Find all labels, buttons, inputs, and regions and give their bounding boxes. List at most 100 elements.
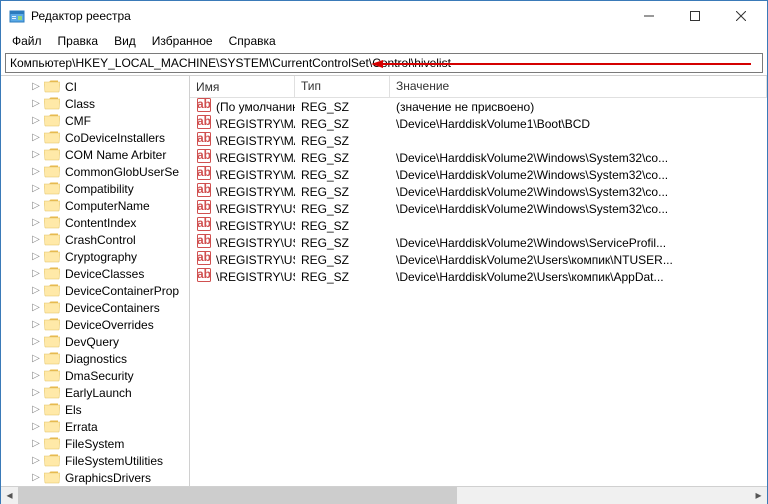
maximize-button[interactable]: [675, 1, 721, 31]
expand-icon[interactable]: ▷: [29, 114, 43, 128]
tree-node[interactable]: ▷ COM Name Arbiter: [5, 146, 189, 163]
value-row[interactable]: ab\REGISTRY\MA...REG_SZ: [190, 132, 767, 149]
value-name: \REGISTRY\USE...: [216, 253, 295, 267]
col-name[interactable]: Имя: [190, 76, 295, 97]
tree-node[interactable]: ▷CMF: [5, 112, 189, 129]
expand-icon[interactable]: ▷: [29, 403, 43, 417]
tree-node[interactable]: ▷DeviceContainers: [5, 299, 189, 316]
value-type: REG_SZ: [295, 253, 390, 267]
close-button[interactable]: [721, 1, 767, 31]
svg-text:ab: ab: [197, 199, 211, 213]
value-data: \Device\HarddiskVolume2\Windows\System32…: [390, 202, 767, 216]
tree-node[interactable]: ▷CI: [5, 78, 189, 95]
menu-help[interactable]: Справка: [222, 32, 283, 50]
expand-icon[interactable]: ▷: [29, 454, 43, 468]
expand-icon[interactable]: ▷: [29, 250, 43, 264]
values-pane[interactable]: Имя Тип Значение ab(По умолчанию)REG_SZ(…: [190, 76, 767, 486]
address-input[interactable]: [5, 53, 763, 73]
menu-edit[interactable]: Правка: [51, 32, 106, 50]
expand-icon[interactable]: ▷: [29, 233, 43, 247]
expand-icon[interactable]: ▷: [29, 420, 43, 434]
tree-node[interactable]: ▷Errata: [5, 418, 189, 435]
value-row[interactable]: ab\REGISTRY\USE...REG_SZ\Device\Harddisk…: [190, 200, 767, 217]
value-row[interactable]: ab\REGISTRY\USE...REG_SZ\Device\Harddisk…: [190, 268, 767, 285]
scroll-left-button[interactable]: ◂: [1, 487, 18, 504]
folder-icon: [44, 352, 60, 366]
tree-node[interactable]: ▷CrashControl: [5, 231, 189, 248]
expand-icon[interactable]: ▷: [29, 386, 43, 400]
svg-text:ab: ab: [197, 182, 211, 196]
value-row[interactable]: ab\REGISTRY\USE...REG_SZ\Device\Harddisk…: [190, 234, 767, 251]
tree-node[interactable]: ▷ ContentIndex: [5, 214, 189, 231]
tree-node[interactable]: ▷ ComputerName: [5, 197, 189, 214]
tree-label: EarlyLaunch: [63, 386, 134, 400]
expand-icon[interactable]: ▷: [29, 318, 43, 332]
expand-icon[interactable]: ▷: [29, 335, 43, 349]
tree-label: CoDeviceInstallers: [63, 131, 167, 145]
tree-node[interactable]: ▷FileSystem: [5, 435, 189, 452]
value-row[interactable]: ab\REGISTRY\MA...REG_SZ\Device\HarddiskV…: [190, 115, 767, 132]
folder-icon: [44, 131, 60, 145]
folder-icon: [44, 420, 60, 434]
value-row[interactable]: ab\REGISTRY\USE...REG_SZ\Device\Harddisk…: [190, 251, 767, 268]
value-row[interactable]: ab\REGISTRY\MA...REG_SZ\Device\HarddiskV…: [190, 149, 767, 166]
menu-favorites[interactable]: Избранное: [145, 32, 220, 50]
expand-icon[interactable]: ▷: [29, 182, 43, 196]
tree-node[interactable]: ▷DevQuery: [5, 333, 189, 350]
horizontal-scrollbar[interactable]: ◂ ▸: [1, 486, 767, 503]
tree-node[interactable]: ▷ DeviceContainerProp: [5, 282, 189, 299]
tree-node[interactable]: ▷DeviceOverrides: [5, 316, 189, 333]
menubar: Файл Правка Вид Избранное Справка: [1, 31, 767, 51]
expand-icon[interactable]: ▷: [29, 216, 43, 230]
tree-node[interactable]: ▷ CoDeviceInstallers: [5, 129, 189, 146]
menu-file[interactable]: Файл: [5, 32, 49, 50]
expand-icon[interactable]: ▷: [29, 267, 43, 281]
col-value[interactable]: Значение: [390, 76, 767, 97]
folder-icon: [44, 318, 60, 332]
tree-label: CommonGlobUserSe: [63, 165, 181, 179]
expand-icon[interactable]: ▷: [29, 284, 43, 298]
folder-icon: [44, 386, 60, 400]
expand-icon[interactable]: ▷: [29, 165, 43, 179]
tree-node[interactable]: ▷Els: [5, 401, 189, 418]
scroll-thumb[interactable]: [18, 487, 457, 504]
tree-node[interactable]: ▷DeviceClasses: [5, 265, 189, 282]
value-type: REG_SZ: [295, 100, 390, 114]
tree-node[interactable]: ▷GraphicsDrivers: [5, 469, 189, 486]
tree-pane[interactable]: ▷CI▷Class▷CMF▷CoDeviceInstallers▷COM Nam…: [1, 76, 190, 486]
value-row[interactable]: ab\REGISTRY\USE...REG_SZ: [190, 217, 767, 234]
minimize-button[interactable]: [629, 1, 675, 31]
tree-node[interactable]: ▷Class: [5, 95, 189, 112]
tree-label: ComputerName: [63, 199, 152, 213]
scroll-right-button[interactable]: ▸: [750, 487, 767, 504]
expand-icon[interactable]: ▷: [29, 369, 43, 383]
tree-label: ContentIndex: [63, 216, 138, 230]
tree-node[interactable]: ▷ CommonGlobUserSe: [5, 163, 189, 180]
titlebar[interactable]: Редактор реестра: [1, 1, 767, 31]
tree-label: COM Name Arbiter: [63, 148, 168, 162]
tree-node[interactable]: ▷DmaSecurity: [5, 367, 189, 384]
tree-node[interactable]: ▷ EarlyLaunch: [5, 384, 189, 401]
value-row[interactable]: ab(По умолчанию)REG_SZ(значение не присв…: [190, 98, 767, 115]
col-type[interactable]: Тип: [295, 76, 390, 97]
expand-icon[interactable]: ▷: [29, 199, 43, 213]
expand-icon[interactable]: ▷: [29, 148, 43, 162]
tree-node[interactable]: ▷Diagnostics: [5, 350, 189, 367]
value-row[interactable]: ab\REGISTRY\MA...REG_SZ\Device\HarddiskV…: [190, 183, 767, 200]
expand-icon[interactable]: ▷: [29, 301, 43, 315]
expand-icon[interactable]: ▷: [29, 471, 43, 485]
expand-icon[interactable]: ▷: [29, 80, 43, 94]
tree-label: DeviceContainerProp: [63, 284, 181, 298]
tree-node[interactable]: ▷FileSystemUtilities: [5, 452, 189, 469]
value-row[interactable]: ab\REGISTRY\MA...REG_SZ\Device\HarddiskV…: [190, 166, 767, 183]
expand-icon[interactable]: ▷: [29, 131, 43, 145]
tree-node[interactable]: ▷Compatibility: [5, 180, 189, 197]
string-value-icon: ab: [196, 267, 212, 286]
folder-icon: [44, 403, 60, 417]
menu-view[interactable]: Вид: [107, 32, 143, 50]
expand-icon[interactable]: ▷: [29, 437, 43, 451]
expand-icon[interactable]: ▷: [29, 97, 43, 111]
scroll-track[interactable]: [18, 487, 750, 504]
tree-node[interactable]: ▷Cryptography: [5, 248, 189, 265]
expand-icon[interactable]: ▷: [29, 352, 43, 366]
